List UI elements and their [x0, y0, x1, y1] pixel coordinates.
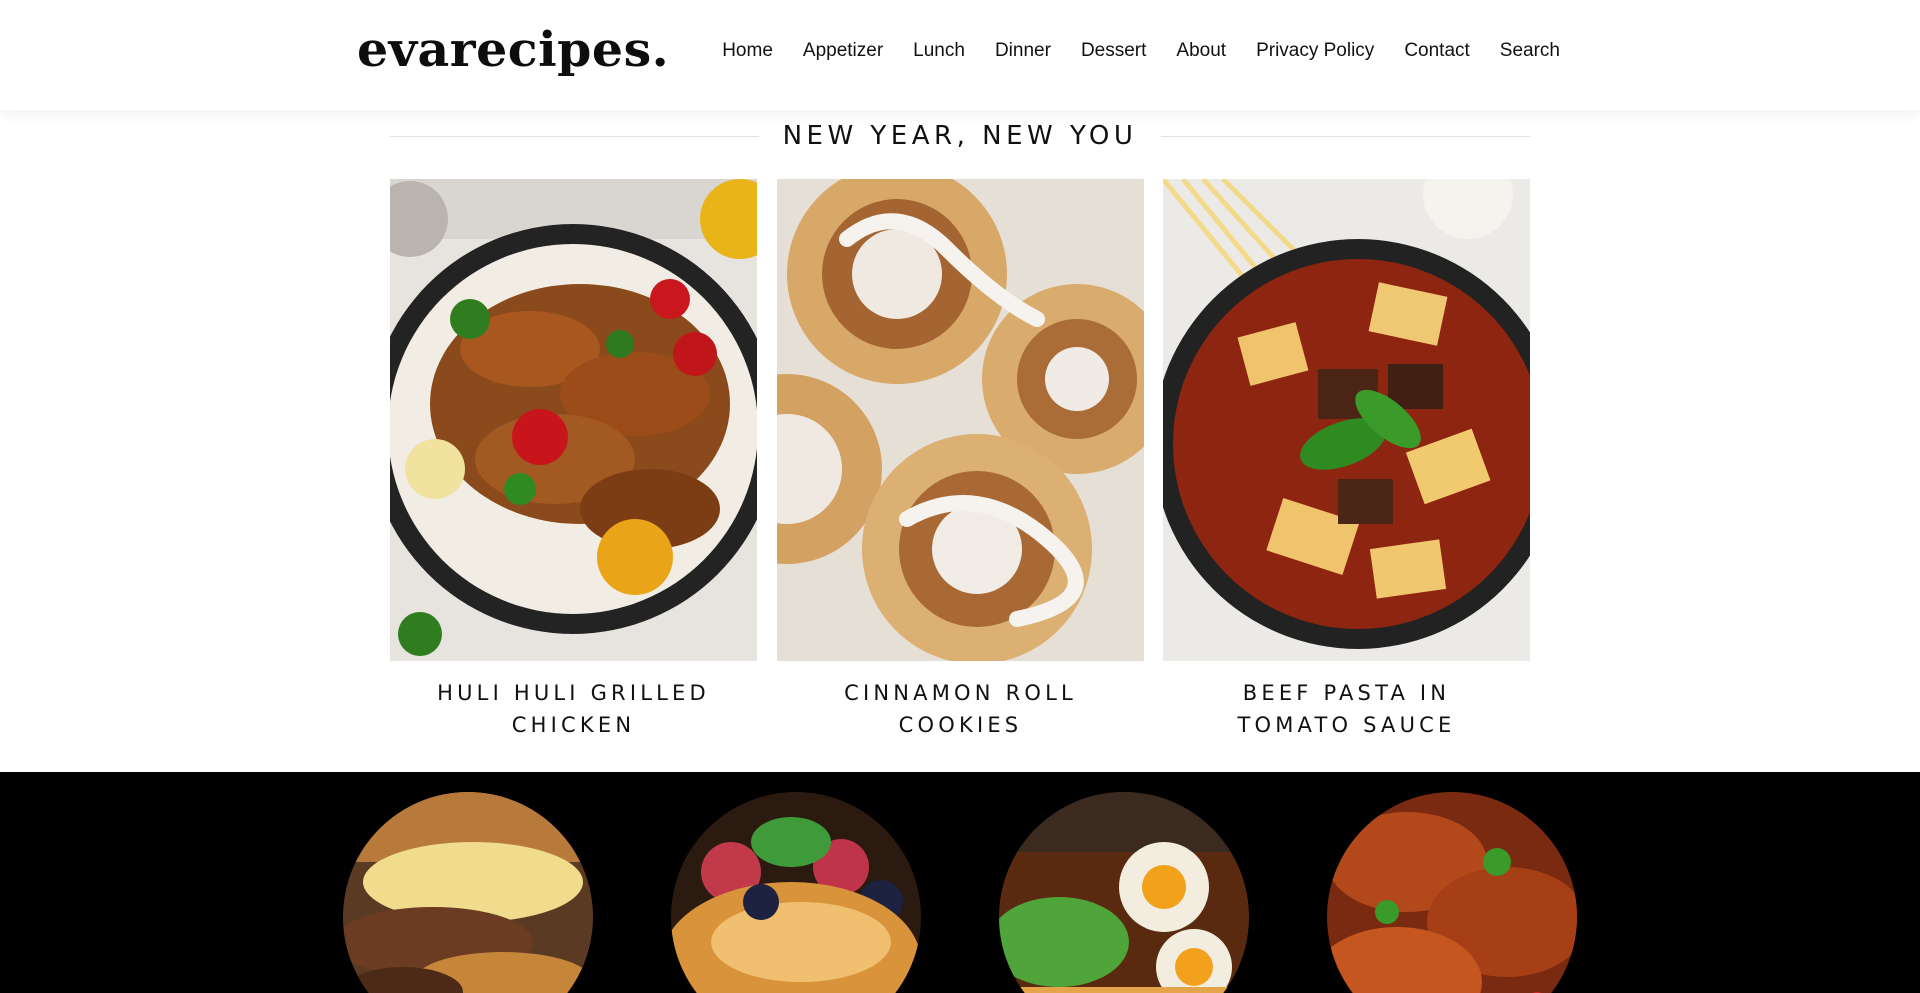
circle-thumb-cheesesteak[interactable]: [343, 792, 593, 993]
nav-appetizer[interactable]: Appetizer: [803, 40, 883, 62]
nav-dinner[interactable]: Dinner: [995, 40, 1051, 62]
nav-privacy-policy[interactable]: Privacy Policy: [1256, 40, 1374, 62]
nav-about[interactable]: About: [1176, 40, 1226, 62]
nav-home[interactable]: Home: [722, 40, 773, 62]
recipe-image-beef-pasta[interactable]: [1163, 179, 1530, 661]
nav-lunch[interactable]: Lunch: [913, 40, 965, 62]
nav-dessert[interactable]: Dessert: [1081, 40, 1146, 62]
recipe-title[interactable]: BEEF PASTA IN TOMATO SAUCE: [1163, 677, 1530, 741]
featured-section-header: NEW YEAR, NEW YOU: [390, 118, 1531, 154]
recipe-card: BEEF PASTA IN TOMATO SAUCE: [1163, 179, 1530, 741]
nav-search[interactable]: Search: [1500, 40, 1560, 62]
recipe-title[interactable]: HULI HULI GRILLED CHICKEN: [390, 677, 757, 741]
featured-section-title: NEW YEAR, NEW YOU: [782, 121, 1138, 151]
circle-thumb-french-toast[interactable]: [671, 792, 921, 993]
recipe-title[interactable]: CINNAMON ROLL COOKIES: [777, 677, 1144, 741]
main-nav: Home Appetizer Lunch Dinner Dessert Abou…: [722, 40, 1560, 62]
title-divider-right: [1161, 135, 1531, 137]
site-logo[interactable]: evarecipes.: [357, 22, 669, 78]
category-carousel: [0, 772, 1920, 993]
title-divider-left: [390, 135, 759, 137]
recipe-image-chicken[interactable]: [390, 179, 757, 661]
site-header: evarecipes. Home Appetizer Lunch Dinner …: [0, 0, 1920, 110]
nav-contact[interactable]: Contact: [1404, 40, 1469, 62]
recipe-card: HULI HULI GRILLED CHICKEN: [390, 179, 757, 741]
circle-thumb-glazed-chicken[interactable]: [1327, 792, 1577, 993]
circle-thumb-ramen[interactable]: [999, 792, 1249, 993]
recipe-image-cinnamon-rolls[interactable]: [777, 179, 1144, 661]
recipe-card: CINNAMON ROLL COOKIES: [777, 179, 1144, 741]
